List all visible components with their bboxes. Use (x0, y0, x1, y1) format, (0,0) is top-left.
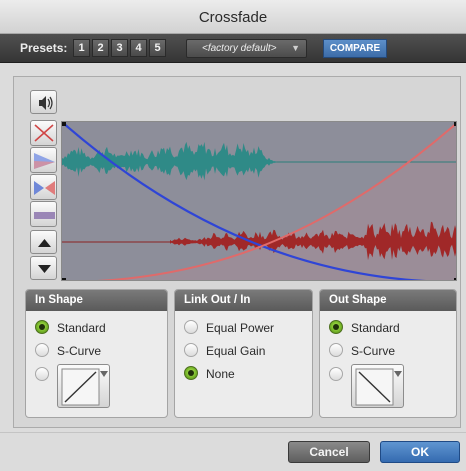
handle-bottom-right[interactable] (454, 278, 457, 281)
fade-flat-button[interactable] (30, 201, 57, 227)
preset-dropdown[interactable]: <factory default> ▼ (186, 39, 307, 58)
in-shape-s-curve-radio[interactable] (35, 343, 49, 357)
link-equal-gain-label: Equal Gain (206, 344, 266, 358)
fade-in-area (111, 123, 456, 280)
in-shape-title: In Shape (26, 290, 167, 311)
in-shape-custom-radio[interactable] (35, 367, 49, 381)
zoom-down-button[interactable] (30, 256, 57, 280)
handle-top-right[interactable] (454, 122, 457, 126)
title-bar: Crossfade (0, 0, 466, 34)
link-none-label: None (206, 367, 235, 381)
preset-2-button[interactable]: 2 (92, 39, 109, 57)
out-shape-preset-dropdown[interactable] (351, 364, 404, 408)
out-shape-title: Out Shape (320, 290, 456, 311)
preset-4-button[interactable]: 4 (130, 39, 147, 57)
compare-button[interactable]: COMPARE (323, 39, 387, 58)
fade-in-shape-button[interactable] (30, 174, 57, 200)
linear-fall-icon (355, 368, 402, 406)
linear-rise-icon (61, 368, 108, 406)
fade-in-icon (34, 181, 55, 195)
presets-label: Presets: (20, 41, 68, 55)
arrow-down-icon (38, 265, 51, 273)
presets-toolbar: Presets: 1 2 3 4 5 <factory default> ▼ C… (0, 34, 466, 63)
dropdown-arrow-icon: ▼ (291, 43, 300, 53)
out-shape-s-curve-label: S-Curve (351, 344, 396, 358)
out-shape-custom-radio[interactable] (329, 367, 343, 381)
preset-3-button[interactable]: 3 (111, 39, 128, 57)
fade-flat-icon (34, 212, 55, 219)
no-fade-button[interactable] (30, 120, 57, 146)
arrow-up-icon (38, 239, 51, 247)
crossfade-curve-display[interactable] (61, 121, 457, 281)
link-out-in-title: Link Out / In (175, 290, 312, 311)
out-shape-standard-radio[interactable] (329, 320, 343, 334)
crossfade-curve-svg (62, 122, 457, 281)
out-shape-group: Out Shape Standard S-Curve (319, 289, 457, 418)
fade-out-shape-button[interactable] (30, 147, 57, 173)
cancel-button[interactable]: Cancel (288, 441, 370, 463)
out-shape-s-curve-radio[interactable] (329, 343, 343, 357)
link-none-radio[interactable] (184, 366, 198, 380)
link-equal-power-label: Equal Power (206, 321, 275, 335)
link-equal-gain-radio[interactable] (184, 343, 198, 357)
zoom-up-button[interactable] (30, 230, 57, 254)
preset-5-button[interactable]: 5 (149, 39, 166, 57)
ok-button[interactable]: OK (380, 441, 460, 463)
crossfade-window: Crossfade Presets: 1 2 3 4 5 <factory de… (0, 0, 466, 471)
in-shape-preset-dropdown[interactable] (57, 364, 110, 408)
link-out-in-group: Link Out / In Equal Power Equal Gain Non… (174, 289, 313, 418)
in-shape-standard-radio[interactable] (35, 320, 49, 334)
in-shape-group: In Shape Standard S-Curve (25, 289, 168, 418)
preset-1-button[interactable]: 1 (73, 39, 90, 57)
preset-dropdown-value: <factory default> (202, 43, 277, 54)
in-shape-standard-label: Standard (57, 321, 106, 335)
link-equal-power-radio[interactable] (184, 320, 198, 334)
window-title: Crossfade (198, 9, 268, 26)
handle-top-left[interactable] (62, 122, 66, 126)
no-fade-icon (34, 124, 54, 142)
fade-out-icon (34, 153, 55, 169)
handle-bottom-left[interactable] (62, 278, 66, 281)
speaker-icon (39, 96, 53, 110)
crossfade-editor-panel: In Shape Standard S-Curve Link Out / In … (13, 76, 461, 428)
in-shape-s-curve-label: S-Curve (57, 344, 102, 358)
audition-speaker-button[interactable] (30, 90, 57, 114)
out-shape-standard-label: Standard (351, 321, 400, 335)
